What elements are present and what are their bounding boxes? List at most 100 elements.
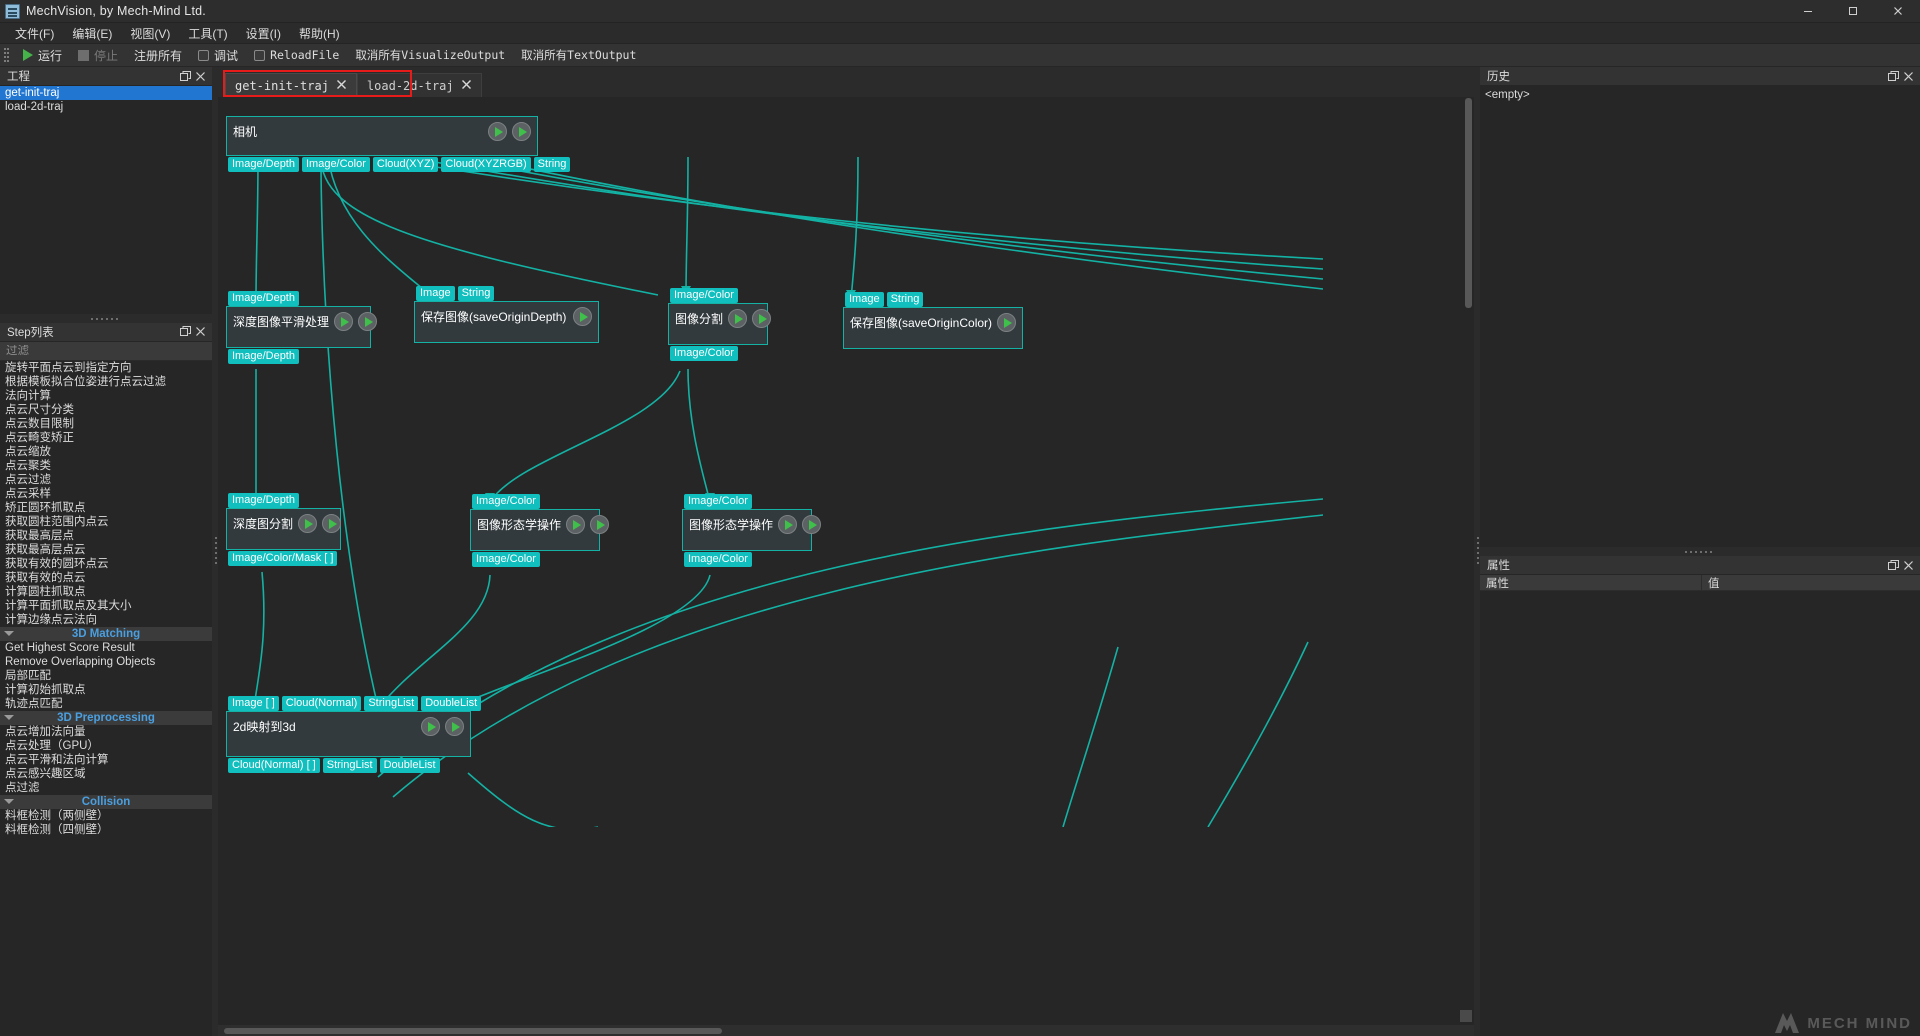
history-list[interactable]: <empty> (1480, 86, 1920, 547)
node-run-button[interactable] (445, 717, 464, 736)
depth-segment-node[interactable]: Image/Depth 深度图分割 Image/Color/Mask [ ] (226, 493, 342, 566)
node-run-button[interactable] (358, 312, 378, 331)
node-run-button[interactable] (322, 514, 342, 533)
reload-file-checkbox[interactable]: ReloadFile (246, 44, 347, 67)
menu-edit[interactable]: 编辑(E) (63, 23, 121, 44)
step-list-item[interactable]: 点云过滤 (0, 473, 212, 487)
step-list[interactable]: 旋转平面点云到指定方向 根据模板拟合位姿进行点云过滤 法向计算 点云尺寸分类 点云数目限… (0, 360, 212, 1036)
node-body[interactable]: 保存图像(saveOriginColor) (843, 307, 1023, 349)
cancel-all-text-output-button[interactable]: 取消所有TextOutput (513, 44, 644, 67)
project-list[interactable]: get-init-traj load-2d-traj (0, 86, 212, 314)
register-all-button[interactable]: 注册所有 (126, 44, 190, 67)
canvas-horizontal-scrollbar[interactable] (218, 1024, 1474, 1036)
graph-canvas-area[interactable]: 相机 Image/Depth Image/Color Cloud(XYZ) Cloud(… (218, 97, 1474, 1024)
step-list-item[interactable]: 获取圆柱范围内点云 (0, 515, 212, 529)
step-list-item[interactable]: 获取有效的圆环点云 (0, 557, 212, 571)
minimize-button[interactable] (1785, 0, 1830, 23)
input-port[interactable]: DoubleList (421, 696, 482, 711)
tab-get-init-traj[interactable]: get-init-traj (225, 73, 357, 97)
output-port[interactable]: Image/Depth (228, 157, 299, 172)
depth-smooth-node[interactable]: Image/Depth 深度图像平滑处理 Image/Depth (226, 291, 378, 364)
float-panel-icon[interactable] (1886, 69, 1901, 84)
node-body[interactable]: 图像形态学操作 (470, 509, 610, 551)
input-port[interactable]: String (886, 292, 924, 307)
node-run-button[interactable] (488, 122, 507, 141)
debug-checkbox[interactable]: 调试 (190, 44, 246, 67)
step-list-item[interactable]: 点云畸变矫正 (0, 431, 212, 445)
canvas-vertical-scroll-thumb[interactable] (1465, 98, 1472, 308)
input-port[interactable]: Image/Color (472, 494, 540, 509)
node-body[interactable]: 图像形态学操作 (682, 509, 822, 551)
node-body[interactable]: 深度图像平滑处理 (226, 306, 378, 348)
step-list-item[interactable]: 计算边缘点云法向 (0, 613, 212, 627)
menu-help[interactable]: 帮助(H) (290, 23, 349, 44)
input-port[interactable]: Image (416, 286, 455, 301)
step-list-item[interactable]: 轨迹点匹配 (0, 697, 212, 711)
menu-settings[interactable]: 设置(I) (237, 23, 290, 44)
left-panel-splitter[interactable] (0, 313, 212, 323)
menu-view[interactable]: 视图(V) (121, 23, 179, 44)
step-list-item[interactable]: 获取最高层点 (0, 529, 212, 543)
step-list-item[interactable]: 局部匹配 (0, 669, 212, 683)
output-port[interactable]: Cloud(XYZRGB) (441, 157, 531, 172)
project-item[interactable]: get-init-traj (0, 86, 212, 100)
float-panel-icon[interactable] (1886, 558, 1901, 573)
close-icon[interactable] (193, 69, 208, 84)
canvas-resize-corner[interactable] (1460, 1010, 1472, 1022)
output-port[interactable]: Cloud(Normal) [ ] (228, 758, 320, 773)
close-button[interactable] (1875, 0, 1920, 23)
canvas-vertical-scrollbar[interactable] (1464, 98, 1473, 1010)
input-port[interactable]: Image/Depth (228, 291, 299, 306)
output-port[interactable]: Image/Depth (228, 349, 299, 364)
graph-canvas[interactable]: 相机 Image/Depth Image/Color Cloud(XYZ) Cloud(… (218, 97, 1474, 1024)
image-segment-node[interactable]: Image/Color 图像分割 Image/Color (668, 288, 772, 361)
property-table-body[interactable] (1480, 591, 1920, 1036)
node-run-button[interactable] (421, 717, 440, 736)
output-port[interactable]: Image/Color (684, 552, 752, 567)
step-list-item[interactable]: 获取最高层点云 (0, 543, 212, 557)
step-list-item[interactable]: 点云缩放 (0, 445, 212, 459)
node-run-button[interactable] (802, 515, 822, 534)
step-list-item[interactable]: 点过滤 (0, 781, 212, 795)
toolbar-grip-handle[interactable] (2, 46, 11, 64)
input-port[interactable]: Cloud(Normal) (281, 696, 362, 711)
step-list-item[interactable]: Get Highest Score Result (0, 641, 212, 655)
close-icon[interactable] (461, 79, 472, 92)
node-run-button[interactable] (512, 122, 531, 141)
run-button[interactable]: 运行 (15, 44, 70, 67)
input-port[interactable]: Image [ ] (228, 696, 279, 711)
node-run-button[interactable] (334, 312, 354, 331)
step-list-item[interactable]: 矫正圆环抓取点 (0, 501, 212, 515)
node-run-button[interactable] (298, 514, 318, 533)
node-run-button[interactable] (728, 309, 748, 328)
step-list-item[interactable]: 根据模板拟合位姿进行点云过滤 (0, 375, 212, 389)
step-list-item[interactable]: 旋转平面点云到指定方向 (0, 361, 212, 375)
node-body[interactable]: 相机 (226, 116, 538, 156)
node-run-button[interactable] (590, 515, 610, 534)
image-morphology-node-2[interactable]: Image/Color 图像形态学操作 Image/Color (682, 494, 822, 567)
input-port[interactable]: String (457, 286, 495, 301)
canvas-horizontal-scroll-thumb[interactable] (224, 1028, 722, 1034)
step-list-item[interactable]: 获取有效的点云 (0, 571, 212, 585)
map-2d-to-3d-node[interactable]: Image [ ] Cloud(Normal) StringList DoubleLi… (226, 696, 482, 773)
right-panel-splitter[interactable] (1480, 547, 1920, 556)
step-list-item[interactable]: 点云聚类 (0, 459, 212, 473)
input-port[interactable]: StringList (364, 696, 419, 711)
step-list-item[interactable]: 料框检测（四侧壁） (0, 823, 212, 837)
step-list-item[interactable]: 点云尺寸分类 (0, 403, 212, 417)
step-list-item[interactable]: 料框检测（两侧壁） (0, 809, 212, 823)
save-origin-color-node[interactable]: Image String 保存图像(saveOriginColor) (843, 292, 1023, 349)
output-port[interactable]: String (533, 157, 571, 172)
node-run-button[interactable] (573, 307, 592, 326)
step-filter-box[interactable] (0, 341, 212, 361)
cancel-all-visualize-output-button[interactable]: 取消所有VisualizeOutput (347, 44, 513, 67)
camera-node[interactable]: 相机 Image/Depth Image/Color Cloud(XYZ) Cloud(… (226, 116, 571, 172)
output-port[interactable]: Image/Color (670, 346, 738, 361)
node-run-button[interactable] (778, 515, 798, 534)
step-list-item[interactable]: Remove Overlapping Objects (0, 655, 212, 669)
output-port[interactable]: Cloud(XYZ) (372, 157, 439, 172)
step-list-item[interactable]: 点云增加法向量 (0, 725, 212, 739)
node-body[interactable]: 2d映射到3d (226, 711, 471, 757)
step-list-item[interactable]: 计算圆柱抓取点 (0, 585, 212, 599)
step-list-item[interactable]: 点云感兴趣区域 (0, 767, 212, 781)
